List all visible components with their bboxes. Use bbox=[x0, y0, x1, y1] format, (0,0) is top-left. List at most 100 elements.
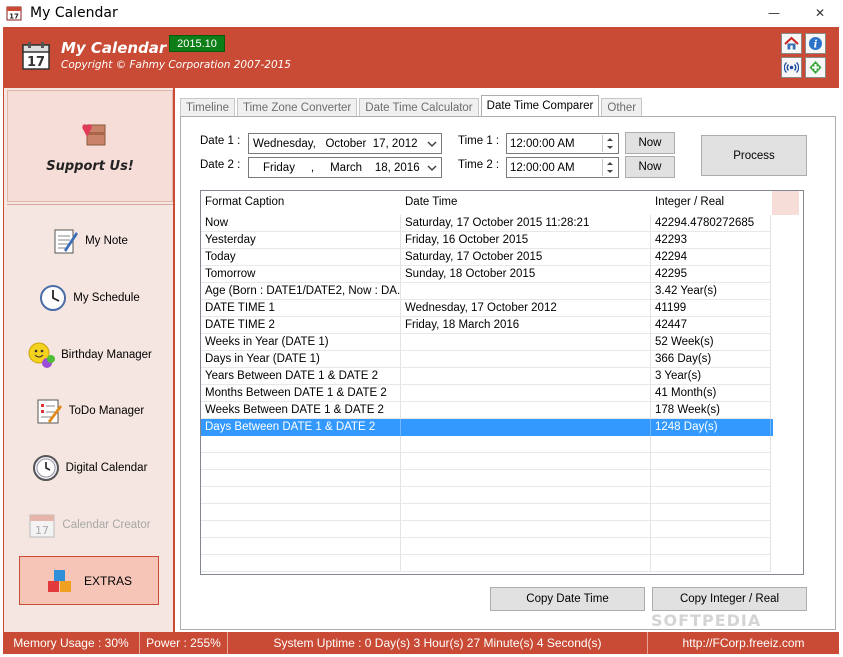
sidebar-item-birthday-manager[interactable]: Birthday Manager bbox=[4, 335, 174, 375]
table-row[interactable]: Days Between DATE 1 & DATE 2 1248 Day(s) bbox=[201, 419, 773, 436]
column-header[interactable]: Integer / Real bbox=[651, 194, 771, 211]
tab-timeline[interactable]: Timeline bbox=[180, 98, 236, 117]
empty-table-row[interactable] bbox=[201, 453, 773, 470]
empty-table-row[interactable] bbox=[201, 470, 773, 487]
table-cell bbox=[401, 487, 651, 504]
grid-corner bbox=[772, 191, 799, 215]
empty-table-row[interactable] bbox=[201, 487, 773, 504]
table-row[interactable]: Today Saturday, 17 October 2015 42294 bbox=[201, 249, 773, 266]
close-button[interactable]: ✕ bbox=[797, 0, 843, 26]
spinner-arrows-icon[interactable] bbox=[602, 135, 617, 152]
home-button[interactable] bbox=[781, 33, 802, 54]
table-cell bbox=[401, 283, 651, 300]
table-cell: Saturday, 17 October 2015 bbox=[401, 249, 651, 266]
copy-date-time-button[interactable]: Copy Date Time bbox=[490, 587, 645, 611]
time2-input[interactable]: 12:00:00 AM bbox=[506, 157, 619, 178]
broadcast-button[interactable] bbox=[781, 57, 802, 78]
now-button-1[interactable]: Now bbox=[625, 132, 675, 154]
date2-picker[interactable]: Friday , March 18, 2016 bbox=[248, 157, 442, 178]
empty-table-row[interactable] bbox=[201, 436, 773, 453]
table-cell: Months Between DATE 1 & DATE 2 bbox=[201, 385, 401, 402]
results-grid[interactable]: Format Caption Date Time Integer / Real … bbox=[200, 190, 804, 575]
spinner-arrows-icon[interactable] bbox=[602, 159, 617, 176]
info-button[interactable]: i bbox=[805, 33, 826, 54]
tab-date-time-comparer[interactable]: Date Time Comparer bbox=[480, 95, 600, 117]
gift-icon bbox=[82, 124, 106, 146]
table-cell bbox=[401, 351, 651, 368]
time2-value: 12:00:00 AM bbox=[510, 161, 575, 174]
title-bar: 17 My Calendar — ✕ bbox=[0, 0, 843, 26]
table-cell: 178 Week(s) bbox=[651, 402, 771, 419]
table-cell bbox=[401, 385, 651, 402]
table-cell bbox=[401, 334, 651, 351]
table-row[interactable]: Months Between DATE 1 & DATE 2 41 Month(s… bbox=[201, 385, 773, 402]
table-cell: Days in Year (DATE 1) bbox=[201, 351, 401, 368]
sidebar-item-my-note[interactable]: My Note bbox=[4, 221, 174, 261]
sidebar-item-label: Calendar Creator bbox=[62, 519, 151, 531]
table-row[interactable]: DATE TIME 2 Friday, 18 March 2016 42447 bbox=[201, 317, 773, 334]
sidebar-item-calendar-creator[interactable]: 17 Calendar Creator bbox=[4, 505, 174, 545]
sidebar-item-my-schedule[interactable]: My Schedule bbox=[4, 278, 174, 318]
table-cell bbox=[401, 470, 651, 487]
copy-integer-real-button[interactable]: Copy Integer / Real bbox=[652, 587, 807, 611]
support-us-button[interactable]: Support Us! bbox=[7, 90, 173, 202]
website-link[interactable]: http://FCorp.freeiz.com bbox=[648, 632, 839, 654]
table-cell: 3.42 Year(s) bbox=[651, 283, 771, 300]
empty-table-row[interactable] bbox=[201, 538, 773, 555]
table-row[interactable]: DATE TIME 1 Wednesday, 17 October 2012 411… bbox=[201, 300, 773, 317]
table-cell: DATE TIME 1 bbox=[201, 300, 401, 317]
chevron-down-icon bbox=[425, 136, 439, 151]
table-cell bbox=[401, 368, 651, 385]
table-cell: 42294.4780272685 bbox=[651, 215, 771, 232]
table-cell bbox=[201, 487, 401, 504]
extras-button[interactable]: EXTRAS bbox=[19, 556, 159, 605]
tab-date-time-calculator[interactable]: Date Time Calculator bbox=[359, 98, 479, 117]
table-row[interactable]: Tomorrow Sunday, 18 October 2015 42295 bbox=[201, 266, 773, 283]
svg-text:17: 17 bbox=[35, 524, 49, 537]
note-icon bbox=[54, 229, 79, 254]
sidebar: Support Us! My Note My Schedule Birthday… bbox=[3, 88, 175, 632]
column-header[interactable]: Date Time bbox=[401, 194, 651, 211]
table-cell: Wednesday, 17 October 2012 bbox=[401, 300, 651, 317]
table-row[interactable]: Age (Born : DATE1/DATE2, Now : DA... 3.42… bbox=[201, 283, 773, 300]
time1-input[interactable]: 12:00:00 AM bbox=[506, 133, 619, 154]
support-us-label: Support Us! bbox=[46, 159, 134, 174]
table-cell bbox=[651, 453, 771, 470]
date1-picker[interactable]: Wednesday, October 17, 2012 bbox=[248, 133, 442, 154]
grid-header: Format Caption Date Time Integer / Real bbox=[201, 194, 773, 211]
minimize-button[interactable]: — bbox=[751, 0, 797, 26]
tab-other[interactable]: Other bbox=[601, 98, 643, 117]
column-header[interactable]: Format Caption bbox=[201, 194, 401, 211]
table-row[interactable]: Yesterday Friday, 16 October 2015 42293 bbox=[201, 232, 773, 249]
table-row[interactable]: Days in Year (DATE 1) 366 Day(s) bbox=[201, 351, 773, 368]
date2-value: Friday , March 18, 2016 bbox=[263, 161, 420, 174]
table-cell: 42447 bbox=[651, 317, 771, 334]
table-cell: Friday, 18 March 2016 bbox=[401, 317, 651, 334]
table-row[interactable]: Weeks Between DATE 1 & DATE 2 178 Week(s) bbox=[201, 402, 773, 419]
copyright-text: Copyright © Fahmy Corporation 2007-2015 bbox=[61, 59, 291, 71]
close-icon: ✕ bbox=[814, 6, 826, 20]
table-row[interactable]: Years Between DATE 1 & DATE 2 3 Year(s) bbox=[201, 368, 773, 385]
time1-label: Time 1 : bbox=[458, 135, 500, 147]
empty-table-row[interactable] bbox=[201, 504, 773, 521]
minimize-icon: — bbox=[768, 6, 780, 20]
now-button-2[interactable]: Now bbox=[625, 156, 675, 178]
plus-button[interactable] bbox=[805, 57, 826, 78]
process-button[interactable]: Process bbox=[701, 135, 807, 176]
table-cell: Today bbox=[201, 249, 401, 266]
table-cell bbox=[651, 555, 771, 572]
tab-time-zone-converter[interactable]: Time Zone Converter bbox=[237, 98, 358, 117]
sidebar-item-todo-manager[interactable]: ToDo Manager bbox=[4, 391, 174, 431]
table-cell: Saturday, 17 October 2015 11:28:21 bbox=[401, 215, 651, 232]
table-row[interactable]: Weeks in Year (DATE 1) 52 Week(s) bbox=[201, 334, 773, 351]
table-row[interactable]: Now Saturday, 17 October 2015 11:28:21 422… bbox=[201, 215, 773, 232]
empty-table-row[interactable] bbox=[201, 555, 773, 572]
table-cell: Now bbox=[201, 215, 401, 232]
empty-table-row[interactable] bbox=[201, 521, 773, 538]
table-cell: 41 Month(s) bbox=[651, 385, 771, 402]
table-cell bbox=[201, 470, 401, 487]
table-cell: Tomorrow bbox=[201, 266, 401, 283]
table-cell bbox=[651, 521, 771, 538]
sidebar-item-digital-calendar[interactable]: Digital Calendar bbox=[4, 448, 174, 488]
app-window: 17 My Calendar — ✕ 17 My Calendar Copyri… bbox=[0, 0, 843, 657]
